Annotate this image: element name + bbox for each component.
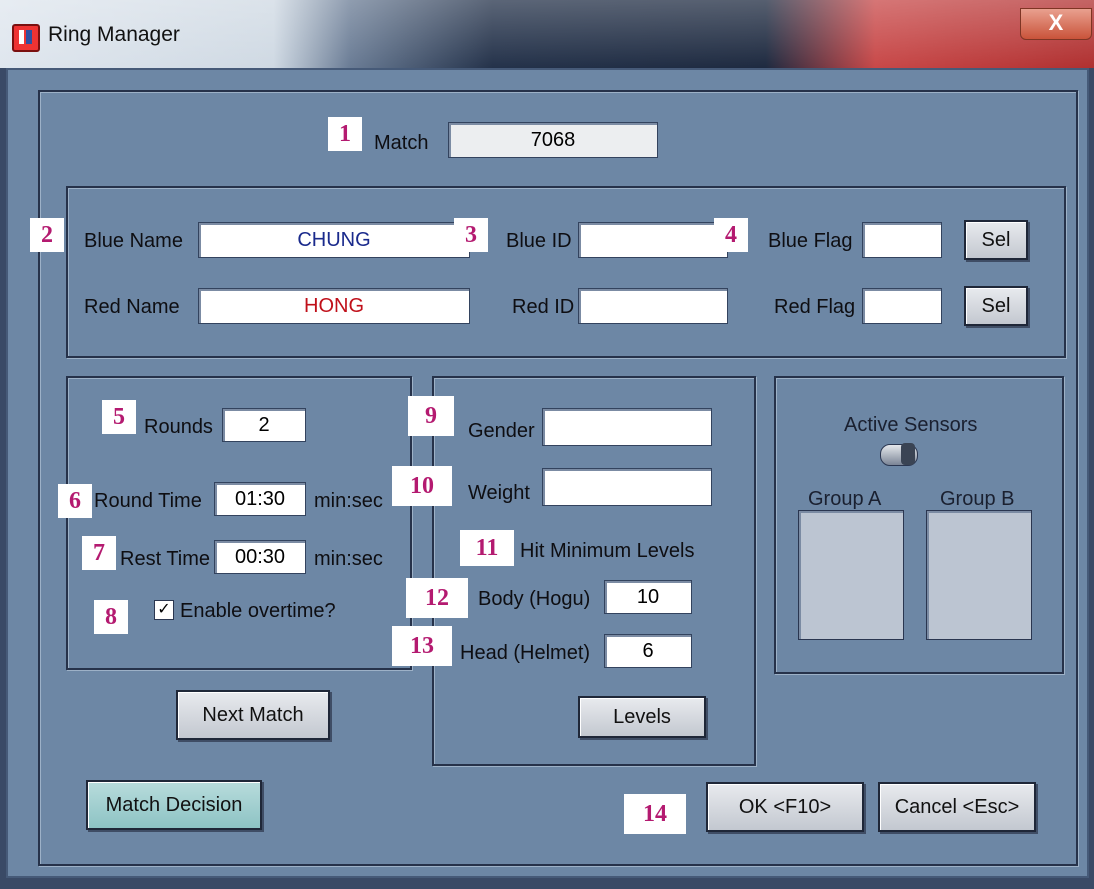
badge-12: 12: [406, 578, 468, 618]
competitors-frame: [66, 186, 1066, 358]
badge-9: 9: [408, 396, 454, 436]
red-id-field[interactable]: [578, 288, 728, 324]
red-flag-select-button[interactable]: Sel: [964, 286, 1028, 326]
badge-8: 8: [94, 600, 128, 634]
blue-name-label: Blue Name: [84, 230, 183, 252]
cancel-button[interactable]: Cancel <Esc>: [878, 782, 1036, 832]
badge-2: 2: [30, 218, 64, 252]
blue-flag-field[interactable]: [862, 222, 942, 258]
badge-13: 13: [392, 626, 452, 666]
round-time-label: Round Time: [94, 490, 202, 512]
round-time-unit-label: min:sec: [314, 490, 383, 512]
badge-7: 7: [82, 536, 116, 570]
blue-name-field[interactable]: CHUNG: [198, 222, 470, 258]
rest-time-unit-label: min:sec: [314, 548, 383, 570]
app-icon: [12, 24, 40, 52]
badge-3: 3: [454, 218, 488, 252]
levels-button[interactable]: Levels: [578, 696, 706, 738]
group-b-box: [926, 510, 1032, 640]
title-bar: Ring Manager X: [0, 0, 1094, 68]
head-helmet-label: Head (Helmet): [460, 642, 591, 664]
red-flag-field[interactable]: [862, 288, 942, 324]
badge-11: 11: [460, 530, 514, 566]
blue-flag-select-button[interactable]: Sel: [964, 220, 1028, 260]
group-b-label: Group B: [940, 488, 1015, 510]
gender-field[interactable]: [542, 408, 712, 446]
weight-field[interactable]: [542, 468, 712, 506]
badge-1: 1: [328, 117, 362, 151]
window-title: Ring Manager: [48, 23, 180, 46]
ring-manager-dialog: 1 Match 7068 2 Blue Name CHUNG 3 Blue ID…: [6, 68, 1089, 878]
blue-id-field[interactable]: [578, 222, 728, 258]
blue-flag-label: Blue Flag: [768, 230, 853, 252]
group-a-box: [798, 510, 904, 640]
overtime-label: Enable overtime?: [180, 600, 336, 622]
badge-6: 6: [58, 484, 92, 518]
rest-time-label: Rest Time: [120, 548, 211, 570]
weight-label: Weight: [468, 482, 530, 504]
hit-minimum-levels-label: Hit Minimum Levels: [520, 540, 695, 562]
round-time-field[interactable]: 01:30: [214, 482, 306, 516]
match-decision-button[interactable]: Match Decision: [86, 780, 262, 830]
ok-button[interactable]: OK <F10>: [706, 782, 864, 832]
rounds-field[interactable]: 2: [222, 408, 306, 442]
rest-time-field[interactable]: 00:30: [214, 540, 306, 574]
next-match-button[interactable]: Next Match: [176, 690, 330, 740]
match-field[interactable]: 7068: [448, 122, 658, 158]
head-helmet-field[interactable]: 6: [604, 634, 692, 668]
overtime-checkbox[interactable]: ✓: [154, 600, 174, 620]
red-name-field[interactable]: HONG: [198, 288, 470, 324]
badge-4: 4: [714, 218, 748, 252]
match-label: Match: [374, 132, 429, 154]
body-hogu-field[interactable]: 10: [604, 580, 692, 614]
rounds-label: Rounds: [144, 416, 213, 438]
close-button[interactable]: X: [1020, 8, 1092, 40]
red-name-label: Red Name: [84, 296, 180, 318]
badge-14: 14: [624, 794, 686, 834]
badge-5: 5: [102, 400, 136, 434]
blue-id-label: Blue ID: [506, 230, 572, 252]
group-a-label: Group A: [808, 488, 882, 510]
badge-10: 10: [392, 466, 452, 506]
red-id-label: Red ID: [512, 296, 575, 318]
body-hogu-label: Body (Hogu): [478, 588, 591, 610]
toggle-knob: [901, 443, 915, 465]
sensor-toggle[interactable]: [880, 443, 918, 466]
gender-label: Gender: [468, 420, 535, 442]
active-sensors-label: Active Sensors: [844, 414, 978, 436]
red-flag-label: Red Flag: [774, 296, 856, 318]
